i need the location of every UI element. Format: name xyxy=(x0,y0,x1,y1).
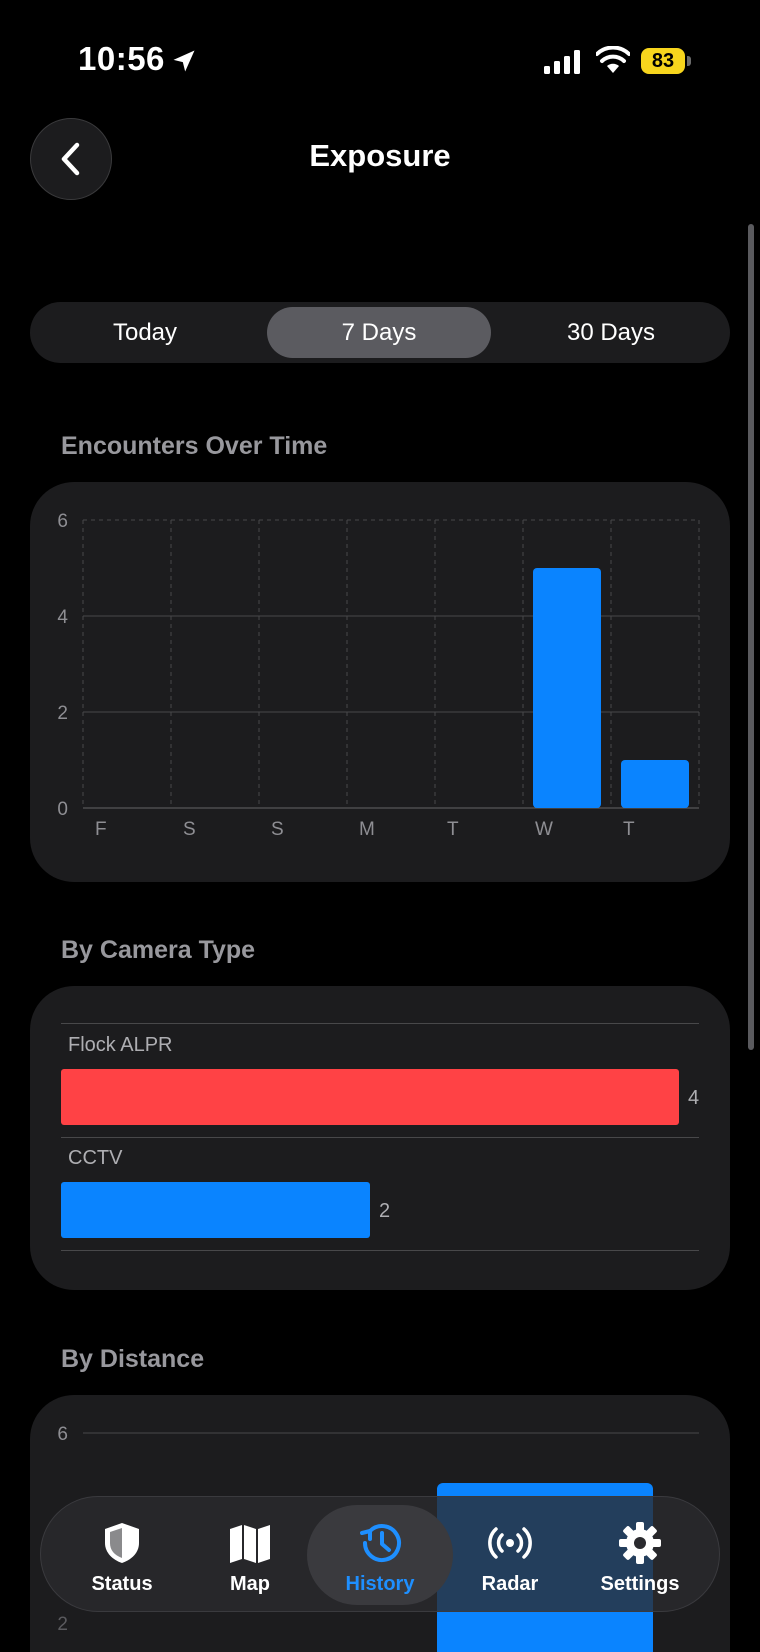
map-icon xyxy=(230,1525,270,1563)
tab-label: Settings xyxy=(600,1573,680,1595)
distance-y-tick: 6 xyxy=(57,1424,68,1445)
segment-30-days[interactable]: 30 Days xyxy=(498,307,724,358)
status-time: 10:56 xyxy=(78,40,165,77)
segment-today[interactable]: Today xyxy=(36,307,254,358)
segment-label: 30 Days xyxy=(566,318,656,346)
wifi-icon xyxy=(596,46,630,73)
camera-type-label-cctv: CCTV xyxy=(68,1147,123,1169)
camera-type-section-title: By Camera Type xyxy=(61,936,256,964)
camera-type-divider xyxy=(61,1250,699,1251)
segment-label: 7 Days xyxy=(341,318,417,346)
scroll-indicator[interactable] xyxy=(748,224,754,1050)
camera-type-label-flock-alpr: Flock ALPR xyxy=(68,1034,173,1056)
tab-label: Status xyxy=(91,1573,153,1595)
battery-tip xyxy=(687,56,691,66)
tab-radar[interactable]: Radar xyxy=(445,1497,575,1613)
tab-settings[interactable]: Settings xyxy=(575,1497,705,1613)
encounters-bar xyxy=(621,760,689,808)
page-title: Exposure xyxy=(309,138,451,173)
time-range-segmented-control: Today 7 Days 30 Days xyxy=(30,302,730,363)
shield-icon xyxy=(105,1523,139,1563)
encounters-x-tick: S xyxy=(183,819,196,840)
encounters-bar-chart: 6 4 2 0 F S S M T W T xyxy=(57,511,700,840)
encounters-y-tick: 2 xyxy=(57,703,68,724)
segment-label: Today xyxy=(112,318,178,346)
encounters-x-tick: M xyxy=(359,819,375,840)
tab-map[interactable]: Map xyxy=(185,1497,315,1613)
encounters-y-tick: 0 xyxy=(57,799,68,820)
encounters-y-tick: 6 xyxy=(57,511,68,532)
gear-icon xyxy=(619,1522,661,1564)
encounters-x-tick: F xyxy=(95,819,107,840)
status-bar: 10:56 83 xyxy=(0,0,760,110)
battery-level: 83 xyxy=(641,48,685,74)
tab-history[interactable]: History xyxy=(315,1497,445,1613)
tab-bar: Status Map History Radar Settings xyxy=(40,1496,720,1612)
location-arrow-icon xyxy=(173,50,195,72)
distance-y-tick: 2 xyxy=(57,1614,68,1635)
encounters-x-tick: T xyxy=(447,819,459,840)
camera-type-divider xyxy=(61,1023,699,1024)
encounters-x-tick: S xyxy=(271,819,284,840)
encounters-card: 6 4 2 0 F S S M T W T xyxy=(30,482,730,882)
camera-type-divider xyxy=(61,1137,699,1138)
battery-indicator: 83 xyxy=(641,48,691,74)
encounters-bar xyxy=(533,568,601,808)
distance-section-title: By Distance xyxy=(61,1345,205,1373)
radar-antenna-icon xyxy=(488,1527,532,1559)
encounters-y-tick: 4 xyxy=(57,607,68,628)
tab-label: Radar xyxy=(481,1573,539,1595)
encounters-section-title: Encounters Over Time xyxy=(61,432,328,460)
segment-7-days[interactable]: 7 Days xyxy=(267,307,491,358)
tab-label: History xyxy=(345,1573,415,1595)
history-clock-icon xyxy=(360,1524,401,1563)
encounters-x-tick: T xyxy=(623,819,635,840)
camera-type-bar-cctv xyxy=(61,1182,370,1238)
encounters-x-tick: W xyxy=(535,819,553,840)
cellular-signal-icon xyxy=(544,50,580,74)
tab-status[interactable]: Status xyxy=(57,1497,187,1613)
exposure-screen: 10:56 83 Exposure Today 7 Days 30 Days E… xyxy=(0,0,760,1652)
camera-type-card xyxy=(30,986,730,1290)
camera-type-value-flock-alpr: 4 xyxy=(688,1087,700,1109)
camera-type-value-cctv: 2 xyxy=(379,1200,391,1222)
camera-type-bar-flock-alpr xyxy=(61,1069,679,1125)
tab-label: Map xyxy=(230,1573,270,1595)
